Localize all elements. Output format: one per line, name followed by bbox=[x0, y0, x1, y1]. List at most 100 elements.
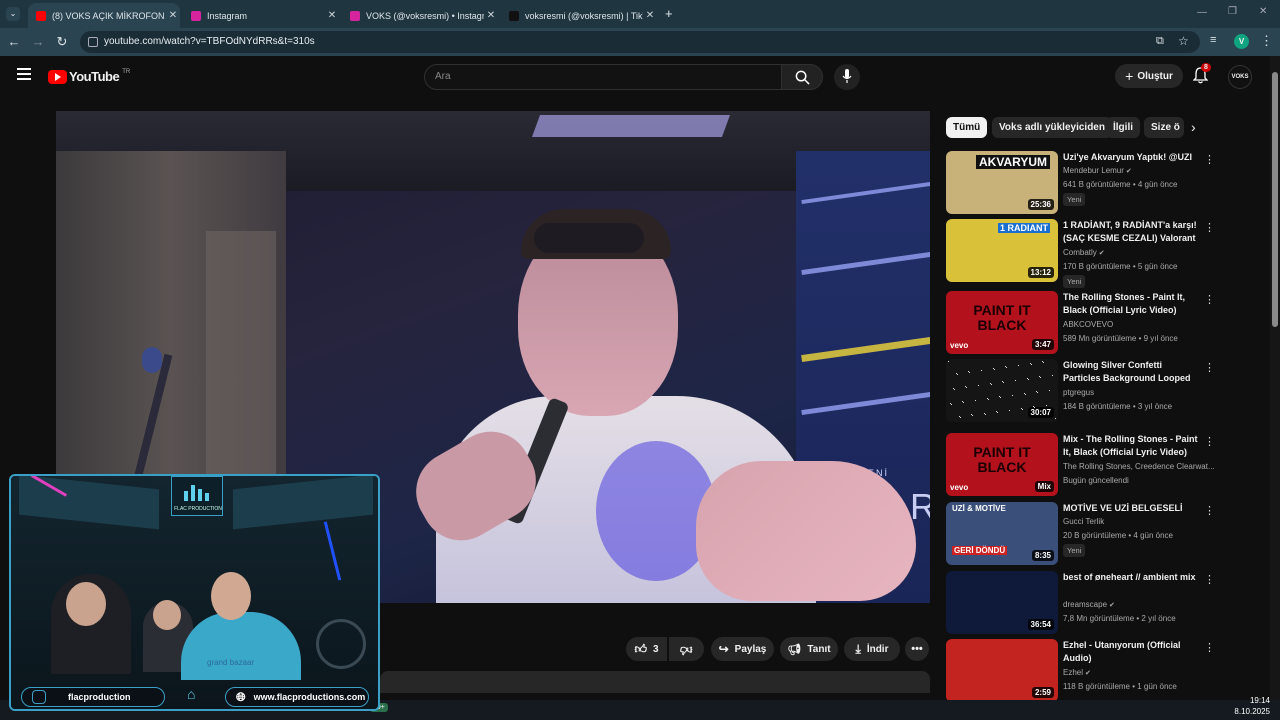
related-video[interactable]: Mix PAINT IT BLACK vevo Mix - The Rolling S… bbox=[946, 433, 1216, 497]
restore-icon[interactable]: ❐ bbox=[1228, 6, 1237, 17]
confetti-particle bbox=[1000, 397, 1001, 398]
forward-icon[interactable]: → bbox=[30, 34, 46, 49]
video-thumbnail[interactable]: 3:47 PAINT IT BLACK vevo bbox=[946, 291, 1058, 354]
video-title[interactable]: Uzi'ye Akvaryum Yaptık! @UZI bbox=[1063, 151, 1201, 164]
video-channel[interactable]: Mendebur Lemur ✔ bbox=[1063, 166, 1132, 175]
video-menu-icon[interactable]: ⋮ bbox=[1204, 641, 1215, 654]
video-channel[interactable]: Combatly ✔ bbox=[1063, 248, 1105, 257]
tab-close-icon[interactable]: ✕ bbox=[166, 10, 180, 21]
thumbnail-text: AKVARYUM bbox=[976, 155, 1050, 169]
channel-name: Ezhel bbox=[1063, 668, 1084, 677]
thumbnail-text: 1 RADIANT bbox=[998, 223, 1051, 233]
chip-for-you[interactable]: Size ö bbox=[1144, 117, 1184, 138]
promote-button[interactable]: 📢︎ Tanıt bbox=[780, 637, 838, 661]
tab-close-icon[interactable]: ✕ bbox=[484, 10, 498, 21]
flac-brand-text: FLAC PRODUCTION bbox=[174, 506, 222, 512]
browser-tab[interactable]: (8) VOKS AÇIK MİKROFON 1.BÖ✕ bbox=[28, 3, 180, 28]
video-title[interactable]: best of øneheart // ambient mix bbox=[1063, 571, 1201, 584]
video-title[interactable]: Ezhel - Utanıyorum (Official Audio) bbox=[1063, 639, 1201, 665]
video-thumbnail[interactable]: Mix PAINT IT BLACK vevo bbox=[946, 433, 1058, 496]
voice-search-button[interactable] bbox=[834, 64, 860, 90]
browser-tab[interactable]: VOKS (@voksresmi) • Instagram✕ bbox=[342, 3, 498, 28]
video-menu-icon[interactable]: ⋮ bbox=[1204, 153, 1215, 166]
video-thumbnail[interactable]: 13:12 1 RADIANT bbox=[946, 219, 1058, 282]
url-text[interactable]: youtube.com/watch?v=TBFOdNYdRRs&t=310s bbox=[104, 36, 315, 47]
performer-hand bbox=[696, 461, 916, 601]
media-control-icon[interactable]: ≡ bbox=[1210, 34, 1216, 46]
notifications-button[interactable]: 8 bbox=[1192, 63, 1211, 89]
dislike-button[interactable]: 👍︎ bbox=[669, 637, 704, 661]
video-channel[interactable]: ptgregus bbox=[1063, 388, 1094, 397]
video-channel[interactable]: Ezhel ✔ bbox=[1063, 668, 1091, 677]
create-button[interactable]: + Oluştur bbox=[1115, 64, 1183, 88]
back-icon[interactable]: ← bbox=[6, 34, 22, 49]
omnibox[interactable]: youtube.com/watch?v=TBFOdNYdRRs&t=310s ⧉… bbox=[80, 31, 1200, 53]
new-tab-icon[interactable]: + bbox=[665, 6, 673, 21]
related-video[interactable]: 30:07 Glowing Silver Confetti Particles B… bbox=[946, 359, 1216, 423]
video-title[interactable]: 1 RADİANT, 9 RADİANT'a karşı! (SAÇ KESME… bbox=[1063, 219, 1201, 245]
share-button[interactable]: ↪ Paylaş bbox=[711, 637, 774, 661]
video-thumbnail[interactable]: 36:54 bbox=[946, 571, 1058, 634]
video-menu-icon[interactable]: ⋮ bbox=[1204, 504, 1215, 517]
taskbar-date: 8.10.2025 bbox=[1234, 707, 1270, 716]
hamburger-menu-icon[interactable] bbox=[17, 68, 31, 80]
performer-sunglasses bbox=[534, 223, 644, 253]
vevo-logo-text: vevo bbox=[950, 483, 969, 492]
chips-next-icon[interactable]: › bbox=[1191, 119, 1196, 135]
stream-overlay: FLAC PRODUCTION grand bazaar flacproduct… bbox=[9, 474, 380, 711]
site-info-icon[interactable] bbox=[88, 37, 98, 47]
video-meta: 118 B görüntüleme • 1 gün önce bbox=[1063, 682, 1177, 691]
video-thumbnail[interactable]: 2:59 bbox=[946, 639, 1058, 702]
video-menu-icon[interactable]: ⋮ bbox=[1204, 573, 1215, 586]
video-title[interactable]: The Rolling Stones - Paint It, Black (Of… bbox=[1063, 291, 1201, 317]
page-scrollbar-thumb[interactable] bbox=[1272, 72, 1278, 327]
browser-tab[interactable]: Instagram ✕ bbox=[183, 3, 339, 28]
video-thumbnail[interactable]: 8:35 UZİ & MOTİVE GERİ DÖNDÜ bbox=[946, 502, 1058, 565]
chip-related[interactable]: İlgili bbox=[1106, 117, 1140, 138]
close-window-icon[interactable]: ✕ bbox=[1259, 6, 1267, 17]
tab-close-icon[interactable]: ✕ bbox=[325, 10, 339, 21]
like-button[interactable]: 👍︎ 3 bbox=[626, 637, 667, 661]
video-channel[interactable]: The Rolling Stones, Creedence Clearwat..… bbox=[1063, 462, 1215, 471]
channel-avatar[interactable]: VOKS bbox=[1228, 65, 1252, 89]
profile-avatar[interactable]: V bbox=[1234, 34, 1249, 49]
video-title[interactable]: Mix - The Rolling Stones - Paint It, Bla… bbox=[1063, 433, 1201, 459]
video-menu-icon[interactable]: ⋮ bbox=[1204, 293, 1215, 306]
related-video[interactable]: 8:35 UZİ & MOTİVE GERİ DÖNDÜ MOTİVE VE UZİ … bbox=[946, 502, 1216, 566]
video-thumbnail[interactable]: 25:36 AKVARYUM bbox=[946, 151, 1058, 214]
video-title[interactable]: Glowing Silver Confetti Particles Backgr… bbox=[1063, 359, 1201, 386]
search-button[interactable] bbox=[781, 64, 823, 90]
video-thumbnail[interactable]: 30:07 bbox=[946, 359, 1058, 422]
browser-menu-icon[interactable]: ⋮ bbox=[1260, 33, 1273, 49]
search-input[interactable]: Ara bbox=[424, 64, 782, 90]
video-menu-icon[interactable]: ⋮ bbox=[1204, 221, 1215, 234]
video-title[interactable]: MOTİVE VE UZİ BELGESELİ bbox=[1063, 502, 1201, 515]
confetti-particle bbox=[962, 401, 963, 402]
download-button[interactable]: ⤓ İndir bbox=[844, 637, 900, 661]
related-video[interactable]: 25:36 AKVARYUM Uzi'ye Akvaryum Yaptık! @UZ… bbox=[946, 151, 1216, 215]
channel-name: ABKCOVEVO bbox=[1063, 320, 1114, 329]
related-video[interactable]: 13:12 1 RADIANT 1 RADİANT, 9 RADİANT'a kar… bbox=[946, 219, 1216, 288]
install-app-icon[interactable]: ⧉ bbox=[1156, 35, 1164, 48]
video-channel[interactable]: Gucci Terlik bbox=[1063, 517, 1104, 526]
video-menu-icon[interactable]: ⋮ bbox=[1204, 435, 1215, 448]
tab-close-icon[interactable]: ✕ bbox=[643, 10, 657, 21]
video-channel[interactable]: dreamscape ✔ bbox=[1063, 600, 1115, 609]
related-video[interactable]: 36:54 best of øneheart // ambient mix drea… bbox=[946, 571, 1216, 635]
vevo-logo-text: vevo bbox=[950, 341, 969, 350]
more-actions-button[interactable]: ••• bbox=[905, 637, 929, 661]
bookmark-star-icon[interactable]: ☆ bbox=[1178, 34, 1189, 48]
video-channel[interactable]: ABKCOVEVO bbox=[1063, 320, 1113, 329]
youtube-logo[interactable]: YouTube TR bbox=[48, 69, 130, 84]
tab-search-icon[interactable]: ⌄ bbox=[6, 7, 20, 21]
related-video[interactable]: 3:47 PAINT IT BLACK vevo The Rolling Stones… bbox=[946, 291, 1216, 355]
chip-all[interactable]: Tümü bbox=[946, 117, 988, 138]
reload-icon[interactable]: ↻ bbox=[54, 34, 70, 50]
description-box[interactable] bbox=[380, 671, 930, 693]
page-scrollbar-track[interactable] bbox=[1270, 56, 1280, 720]
video-menu-icon[interactable]: ⋮ bbox=[1204, 361, 1215, 374]
minimize-icon[interactable]: — bbox=[1197, 7, 1207, 18]
chip-from-uploader[interactable]: Voks adlı yükleyiciden bbox=[992, 117, 1112, 138]
browser-tab[interactable]: voksresmi (@voksresmi) | TikTok✕ bbox=[501, 3, 657, 28]
related-video[interactable]: 2:59 Ezhel - Utanıyorum (Official Audio) E… bbox=[946, 639, 1216, 703]
